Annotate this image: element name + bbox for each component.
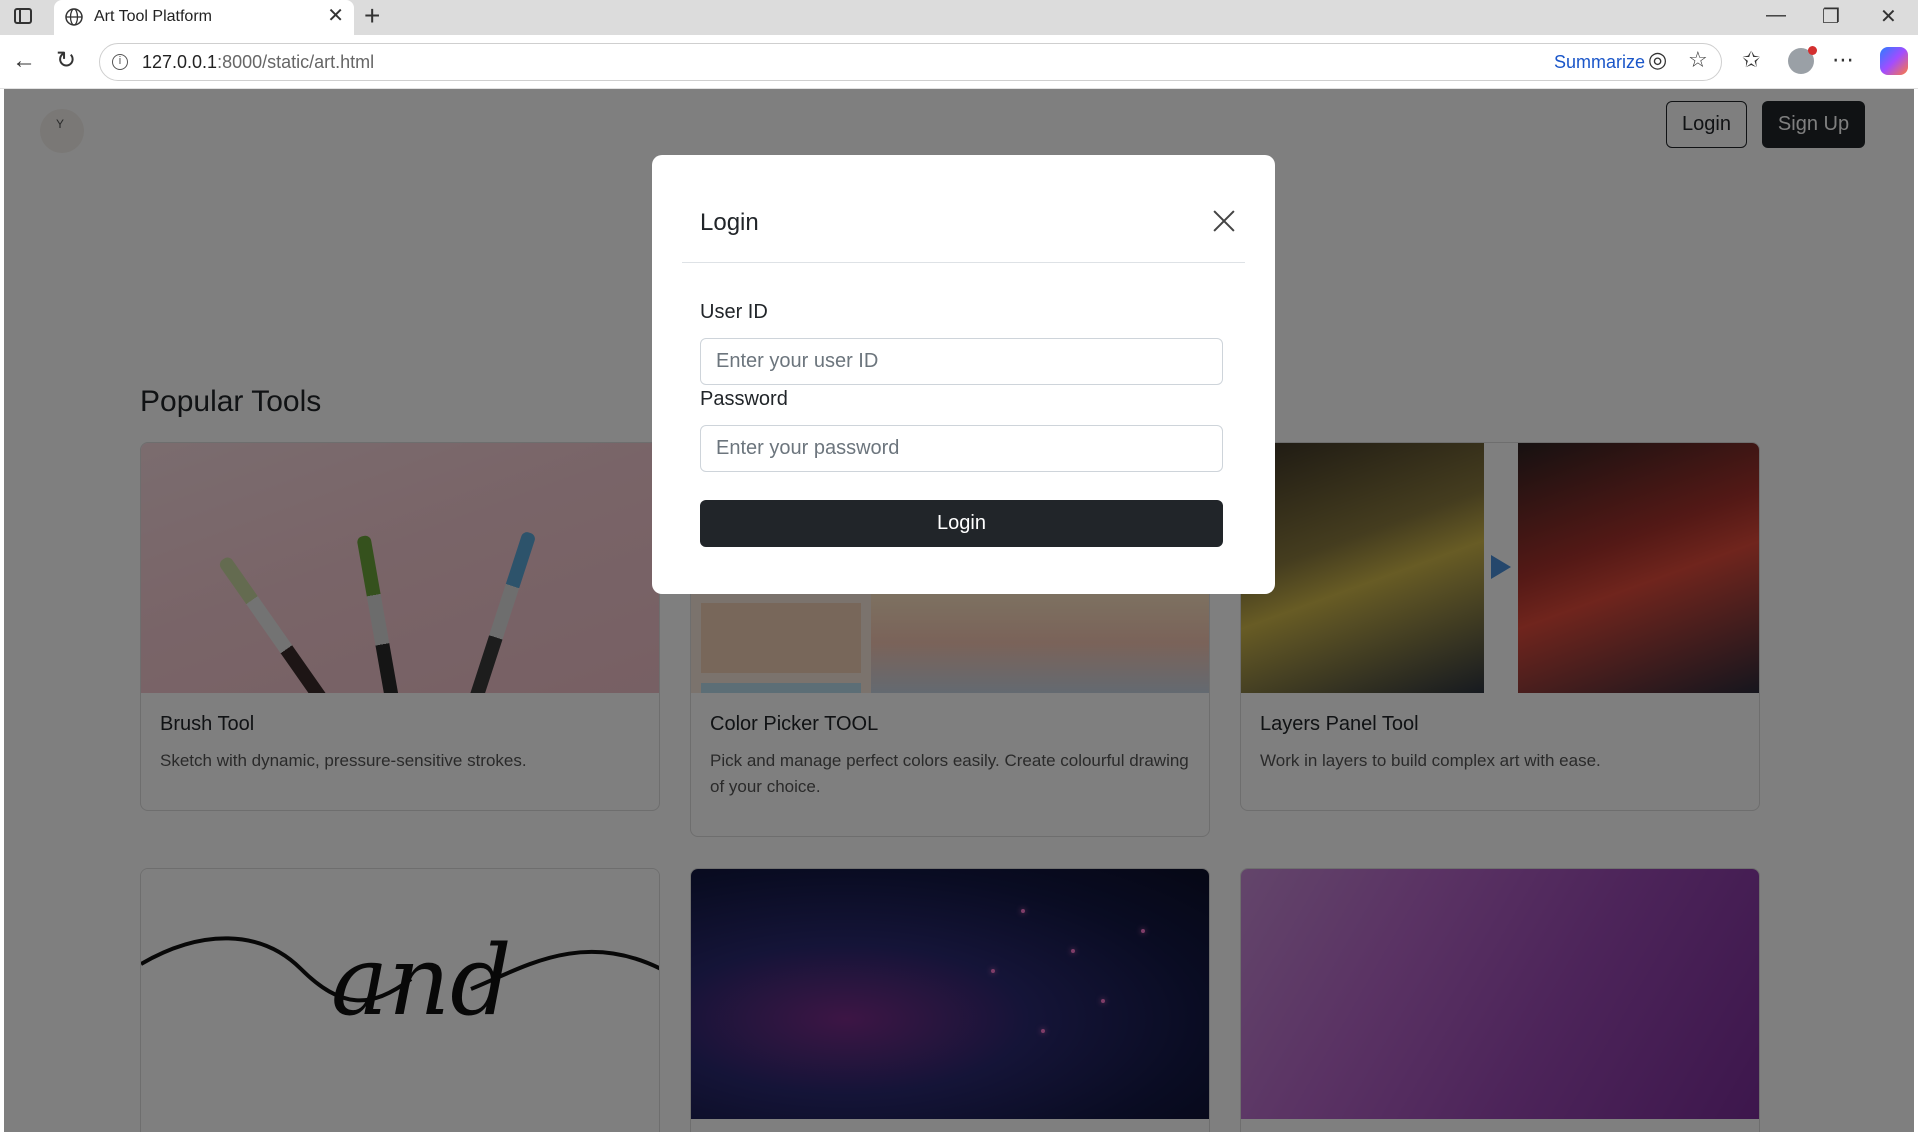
back-icon[interactable]: ← (12, 49, 36, 73)
user-id-label: User ID (700, 301, 768, 323)
password-input[interactable] (700, 425, 1223, 472)
login-submit-button[interactable]: Login (700, 500, 1223, 547)
favorites-icon[interactable]: ✩ (1742, 48, 1760, 72)
user-id-input[interactable] (700, 338, 1223, 385)
page-content: Login Sign Up Popular Tools Brush Tool S… (4, 89, 1914, 1132)
modal-header: Login (682, 155, 1245, 263)
reload-icon[interactable]: ↻ (56, 49, 76, 73)
browser-tab-bar: Art Tool Platform ✕ + — ❐ ✕ (0, 0, 1918, 35)
restore-icon[interactable]: ❐ (1822, 4, 1840, 29)
modal-title: Login (700, 209, 759, 236)
url-text[interactable]: 127.0.0.1:8000/static/art.html (142, 52, 374, 73)
address-bar-row: ← ↻ i 127.0.0.1:8000/static/art.html Sum… (0, 35, 1918, 89)
tab-title: Art Tool Platform (94, 8, 212, 25)
minimize-icon[interactable]: — (1766, 4, 1786, 27)
password-label: Password (700, 388, 788, 410)
window-close-icon[interactable]: ✕ (1880, 4, 1897, 29)
more-menu-icon[interactable]: ⋯ (1832, 48, 1854, 72)
browser-tab[interactable]: Art Tool Platform ✕ (54, 0, 354, 35)
favorite-star-icon[interactable]: ☆ (1688, 48, 1708, 72)
profile-avatar[interactable] (1788, 46, 1817, 74)
sidebar-toggle-icon[interactable] (14, 8, 32, 24)
login-modal: Login User ID Password Login (652, 155, 1275, 594)
immersive-reader-icon[interactable]: ◎ (1648, 48, 1667, 72)
tab-close-icon[interactable]: ✕ (327, 6, 344, 26)
close-icon[interactable] (1212, 209, 1236, 233)
new-tab-icon[interactable]: + (364, 2, 380, 30)
copilot-icon[interactable] (1880, 47, 1908, 75)
summarize-button[interactable]: Summarize (1554, 52, 1645, 73)
url-field[interactable]: i 127.0.0.1:8000/static/art.html (99, 43, 1722, 81)
globe-icon (65, 8, 83, 26)
site-info-icon[interactable]: i (112, 54, 128, 70)
